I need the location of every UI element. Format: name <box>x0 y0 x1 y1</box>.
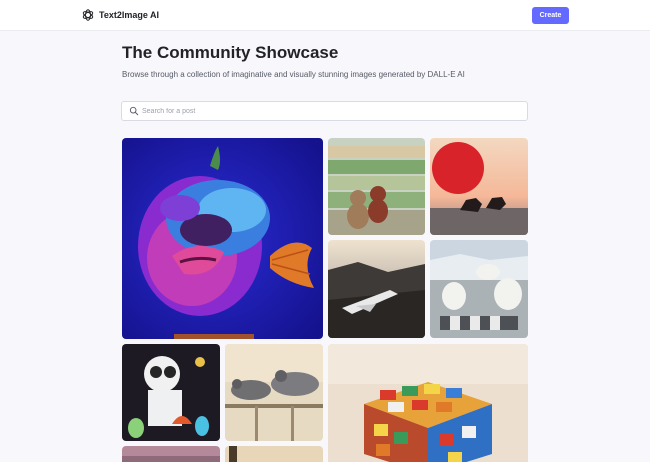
horses-image <box>430 138 528 235</box>
partial-image-1 <box>122 446 220 462</box>
panda-image <box>122 344 220 441</box>
create-button[interactable]: Create <box>532 7 569 24</box>
gallery-image-partial-1[interactable] <box>122 446 220 462</box>
top-navbar: Text2Image AI Create <box>0 0 650 31</box>
search-input[interactable] <box>142 103 522 119</box>
bears-store-image <box>328 138 425 235</box>
rubiks-cake-image <box>328 344 528 462</box>
gallery-image-shuttle[interactable] <box>328 240 425 338</box>
gallery-image-horses[interactable] <box>430 138 528 235</box>
fish-image <box>122 138 323 339</box>
openai-logo-icon <box>82 9 94 21</box>
gallery-image-fish[interactable] <box>122 138 323 339</box>
page-title: The Community Showcase <box>122 43 339 62</box>
pigeons-image <box>225 344 323 441</box>
page-subtitle: Browse through a collection of imaginati… <box>122 70 465 79</box>
gallery-image-pigeons[interactable] <box>225 344 323 441</box>
polar-chess-image <box>430 240 528 338</box>
gallery-image-bears-store[interactable] <box>328 138 425 235</box>
partial-image-2 <box>225 446 323 462</box>
search-icon <box>129 106 139 116</box>
search-field[interactable] <box>121 101 528 121</box>
gallery-image-partial-2[interactable] <box>225 446 323 462</box>
app-name: Text2Image AI <box>99 10 160 20</box>
gallery-image-panda[interactable] <box>122 344 220 441</box>
gallery-image-rubiks-cake[interactable] <box>328 344 528 462</box>
shuttle-image <box>328 240 425 338</box>
app-logo[interactable]: Text2Image AI <box>81 8 159 22</box>
gallery-image-polar-chess[interactable] <box>430 240 528 338</box>
